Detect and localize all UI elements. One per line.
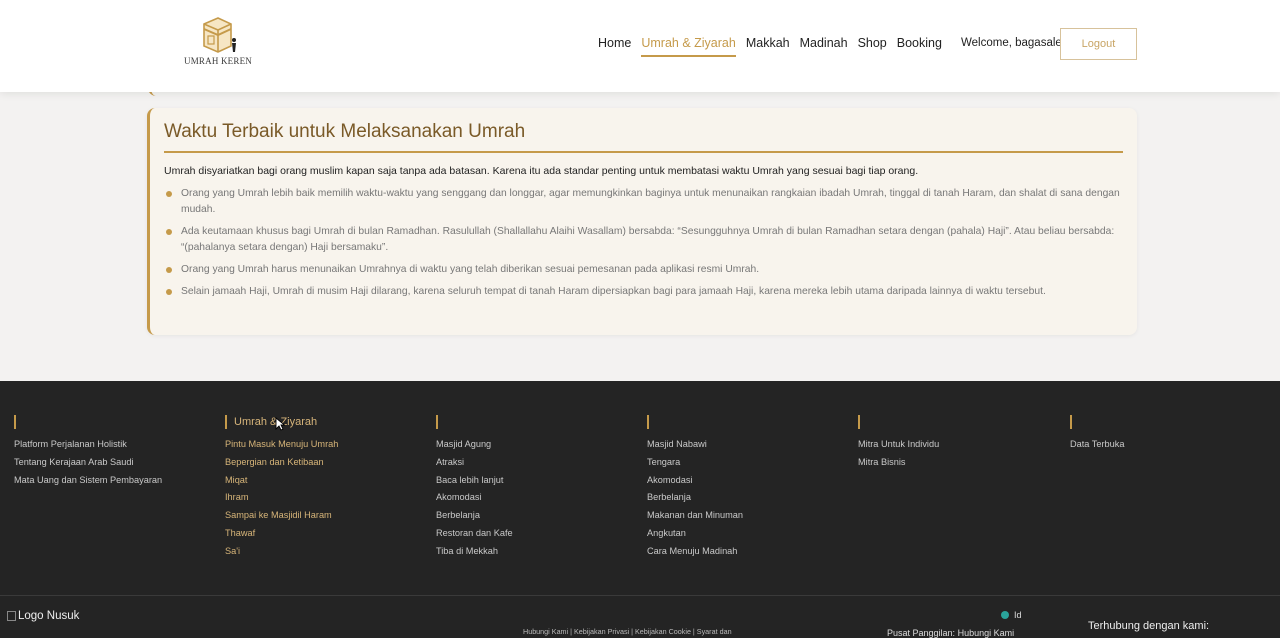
footer-link[interactable]: Cara Menuju Madinah: [647, 543, 847, 561]
list-item: Ada keutamaan khusus bagi Umrah di bulan…: [164, 224, 1123, 256]
footer-link[interactable]: Ihram: [225, 489, 425, 507]
mouse-cursor-icon: [275, 417, 285, 431]
site-footer: Platform Perjalanan Holistik Tentang Ker…: [0, 381, 1280, 638]
footer-column-heading: Umrah & Ziyarah: [225, 415, 425, 429]
footer-link[interactable]: Angkutan: [647, 525, 847, 543]
call-center-label: Pusat Panggilan:: [887, 628, 956, 638]
footer-link[interactable]: Data Terbuka: [1070, 436, 1270, 454]
footer-link[interactable]: Bepergian dan Ketibaan: [225, 454, 425, 472]
footer-link[interactable]: Sa'i: [225, 543, 425, 561]
footer-link[interactable]: Berbelanja: [647, 489, 847, 507]
footer-link[interactable]: Mata Uang dan Sistem Pembayaran: [14, 472, 214, 490]
footer-link[interactable]: Berbelanja: [436, 507, 636, 525]
footer-logo[interactable]: Logo Nusuk: [7, 610, 79, 622]
bullet-icon: [166, 289, 172, 295]
footer-link[interactable]: Tengara: [647, 454, 847, 472]
logo-text: UMRAH KEREN: [184, 56, 252, 66]
card-title: Waktu Terbaik untuk Melaksanakan Umrah: [164, 121, 1123, 153]
call-center-link[interactable]: Hubungi Kami: [958, 628, 1015, 638]
footer-column-heading: [436, 415, 636, 429]
contact-heading: Terhubung dengan kami:: [1088, 620, 1210, 632]
bullet-icon: [166, 267, 172, 273]
nav-makkah[interactable]: Makkah: [741, 36, 795, 54]
footer-column-data: Data Terbuka: [1070, 415, 1270, 454]
language-switch[interactable]: Id: [1001, 610, 1022, 620]
footer-link[interactable]: Masjid Agung: [436, 436, 636, 454]
footer-column-1: Platform Perjalanan Holistik Tentang Ker…: [14, 415, 214, 489]
footer-link[interactable]: Pintu Masuk Menuju Umrah: [225, 436, 425, 454]
language-label: Id: [1014, 610, 1022, 620]
bullet-icon: [166, 191, 172, 197]
list-item: Orang yang Umrah lebih baik memilih wakt…: [164, 186, 1123, 218]
footer-legal-links[interactable]: Hubungi Kami | Kebijakan Privasi | Kebij…: [523, 627, 732, 636]
nav-shop[interactable]: Shop: [853, 36, 892, 54]
nav-umrah-ziyarah[interactable]: Umrah & Ziyarah: [636, 36, 740, 57]
list-item-text: Orang yang Umrah harus menunaikan Umrahn…: [181, 264, 760, 275]
list-item: Orang yang Umrah harus menunaikan Umrahn…: [164, 262, 1123, 278]
site-logo[interactable]: UMRAH KEREN: [178, 16, 258, 66]
footer-link[interactable]: Tentang Kerajaan Arab Saudi: [14, 454, 214, 472]
footer-logo-alt: Logo Nusuk: [18, 610, 80, 622]
footer-divider: [0, 595, 1280, 596]
nav-booking[interactable]: Booking: [892, 36, 947, 54]
footer-link[interactable]: Akomodasi: [647, 472, 847, 490]
main-nav: Home Umrah & Ziyarah Makkah Madinah Shop…: [598, 36, 947, 57]
footer-link[interactable]: Sampai ke Masjidil Haram: [225, 507, 425, 525]
welcome-text: Welcome, bagasale: [961, 37, 1062, 49]
footer-column-madinah: Masjid Nabawi Tengara Akomodasi Berbelan…: [647, 415, 847, 561]
card-point-list: Orang yang Umrah lebih baik memilih wakt…: [164, 186, 1123, 300]
list-item-text: Ada keutamaan khusus bagi Umrah di bulan…: [181, 226, 1115, 253]
footer-link[interactable]: Mitra Untuk Individu: [858, 436, 1058, 454]
call-center: Pusat Panggilan: Hubungi Kami: [887, 628, 1014, 638]
list-item-text: Selain jamaah Haji, Umrah di musim Haji …: [181, 286, 1046, 297]
footer-link[interactable]: Thawaf: [225, 525, 425, 543]
footer-column-heading: [647, 415, 847, 429]
logout-button[interactable]: Logout: [1060, 28, 1137, 60]
globe-icon: [1001, 611, 1009, 619]
footer-column-heading: [858, 415, 1058, 429]
footer-link[interactable]: Atraksi: [436, 454, 636, 472]
footer-link[interactable]: Platform Perjalanan Holistik: [14, 436, 214, 454]
footer-column-partners: Mitra Untuk Individu Mitra Bisnis: [858, 415, 1058, 472]
card-intro: Umrah disyariatkan bagi orang muslim kap…: [164, 165, 919, 177]
best-time-card: Waktu Terbaik untuk Melaksanakan Umrah U…: [147, 108, 1137, 335]
footer-link[interactable]: Akomodasi: [436, 489, 636, 507]
list-item: Selain jamaah Haji, Umrah di musim Haji …: [164, 284, 1123, 300]
footer-copyright-cut: [7, 634, 477, 638]
site-header: UMRAH KEREN Home Umrah & Ziyarah Makkah …: [0, 0, 1280, 92]
broken-image-icon: [7, 611, 16, 621]
footer-column-heading: [1070, 415, 1270, 429]
footer-link[interactable]: Miqat: [225, 472, 425, 490]
footer-column-heading: [14, 415, 214, 429]
bullet-icon: [166, 229, 172, 235]
nav-home[interactable]: Home: [598, 36, 636, 54]
footer-link[interactable]: Masjid Nabawi: [647, 436, 847, 454]
list-item-text: Orang yang Umrah lebih baik memilih wakt…: [181, 188, 1120, 215]
kaaba-logo-icon: [203, 17, 236, 53]
footer-link[interactable]: Baca lebih lanjut: [436, 472, 636, 490]
footer-column-makkah: Masjid Agung Atraksi Baca lebih lanjut A…: [436, 415, 636, 561]
nav-madinah[interactable]: Madinah: [795, 36, 853, 54]
footer-link[interactable]: Makanan dan Minuman: [647, 507, 847, 525]
footer-column-umrah: Umrah & Ziyarah Pintu Masuk Menuju Umrah…: [225, 415, 425, 561]
footer-link[interactable]: Mitra Bisnis: [858, 454, 1058, 472]
footer-link[interactable]: Restoran dan Kafe: [436, 525, 636, 543]
footer-link[interactable]: Tiba di Mekkah: [436, 543, 636, 561]
